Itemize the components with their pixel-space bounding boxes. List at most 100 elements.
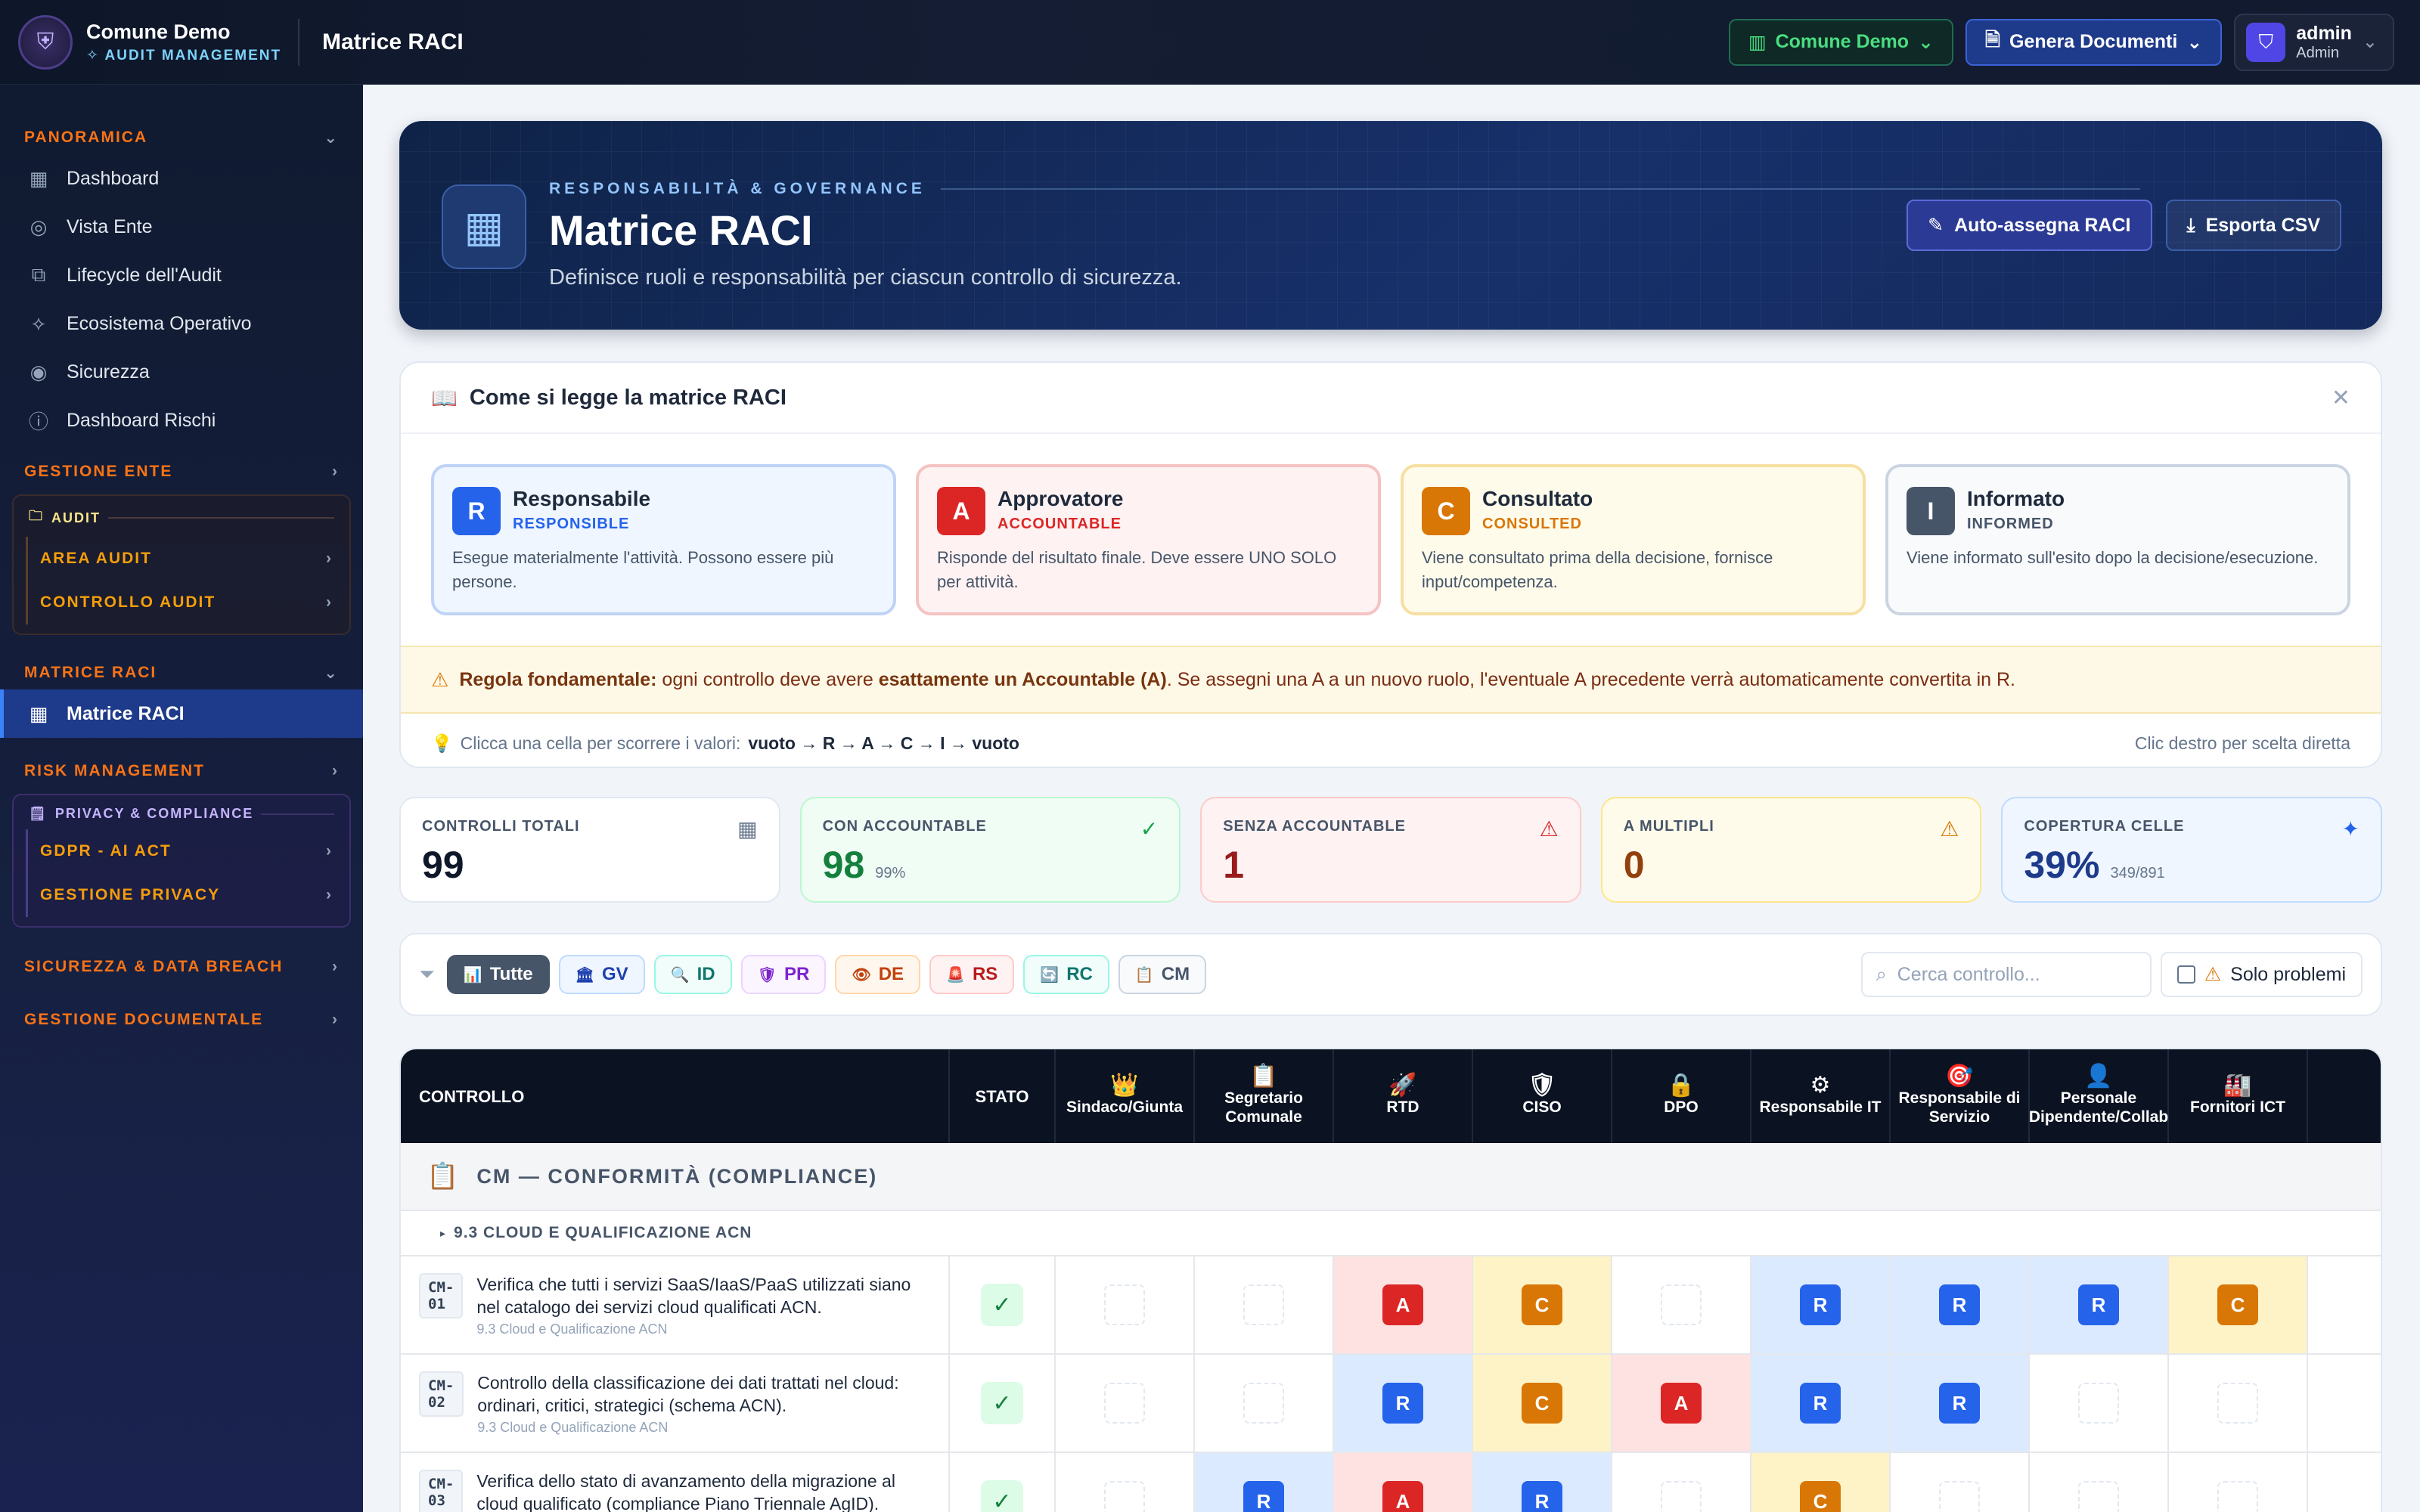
sidebar-item-dashboard-rischi[interactable]: ⓘ Dashboard Rischi [0, 396, 363, 445]
raci-cell[interactable]: R [1751, 1355, 1891, 1452]
stat-label: A MULTIPLI [1623, 818, 1714, 835]
chip-icon: 🔄 [1040, 966, 1060, 984]
clipboard-icon: 📋 [427, 1162, 461, 1191]
sidebar-item-dashboard[interactable]: ▦ Dashboard [0, 154, 363, 203]
entity-selector[interactable]: ▥ Comune Demo ⌄ [1728, 18, 1953, 66]
legend-card-responsible: R Responsabile RESPONSIBLE Esegue materialm… [431, 464, 896, 615]
raci-cell[interactable]: R [1195, 1453, 1334, 1512]
export-csv-button[interactable]: ⤓ Esporta CSV [2165, 200, 2341, 251]
sidebar-item-ecosistema[interactable]: ⟡ Ecosistema Operativo [0, 299, 363, 348]
raci-cell[interactable]: R [1751, 1256, 1891, 1353]
filter-chip-pr[interactable]: 🛡 PR [740, 955, 827, 994]
auto-assign-button[interactable]: ✎ Auto-assegna RACI [1907, 200, 2152, 251]
status-ok-icon: ✓ [981, 1382, 1023, 1424]
column-role: 📋 Segretario Comunale [1195, 1049, 1334, 1143]
filter-chip-tutte[interactable]: 📊 Tutte [446, 955, 550, 994]
section-sicurezza-breach[interactable]: SICUREZZA & DATA BREACH › [0, 950, 363, 984]
sidebar-item-sicurezza[interactable]: ◉ Sicurezza [0, 348, 363, 396]
control-text: Controllo della classificazione dei dati… [477, 1373, 899, 1415]
section-panoramica[interactable]: PANORAMICA ⌄ [0, 121, 363, 154]
sidebar-item-gestione-privacy[interactable]: GESTIONE PRIVACY › [26, 873, 349, 917]
raci-badge: R [1939, 1284, 1980, 1325]
close-icon[interactable]: ✕ [2332, 385, 2350, 411]
brand-name: Comune Demo [86, 20, 231, 43]
role-icon: 🎯 [1945, 1063, 1974, 1089]
section-gestione-documentale[interactable]: GESTIONE DOCUMENTALE › [0, 1003, 363, 1036]
raci-cell[interactable] [1612, 1256, 1751, 1353]
raci-cell[interactable] [2030, 1355, 2169, 1452]
solo-problemi-toggle[interactable]: ⚠ Solo problemi [2160, 952, 2363, 997]
control-code: CM-01 [419, 1273, 464, 1318]
empty-cell [1243, 1383, 1284, 1424]
section-matrice-raci[interactable]: MATRICE RACI ⌄ [0, 656, 363, 689]
raci-cell[interactable]: R [1891, 1256, 2030, 1353]
section-gestione-ente[interactable]: GESTIONE ENTE › [0, 455, 363, 488]
raci-cell[interactable] [1612, 1453, 1751, 1512]
raci-cell[interactable] [2169, 1355, 2308, 1452]
sidebar-item-gdpr[interactable]: GDPR - AI ACT › [26, 829, 349, 873]
column-stato: STATO [950, 1049, 1056, 1143]
raci-cell[interactable]: R [2030, 1256, 2169, 1353]
raci-cell[interactable]: R [1334, 1355, 1473, 1452]
stat-value: 1 [1223, 844, 1244, 886]
raci-cell[interactable]: R [1891, 1355, 2030, 1452]
raci-cell[interactable]: C [1473, 1355, 1612, 1452]
legend-english: CONSULTED [1482, 516, 1582, 532]
brand-subtitle: ✧ AUDIT MANAGEMENT [86, 47, 282, 64]
raci-cell[interactable]: R [1473, 1453, 1612, 1512]
chevron-down-icon: ⌄ [2186, 31, 2203, 53]
magic-wand-icon: ✎ [1928, 215, 1944, 236]
subsection-row[interactable]: ▸ 9.3 CLOUD E QUALIFICAZIONE ACN [401, 1211, 2381, 1256]
chip-icon: 📋 [1134, 966, 1154, 984]
filter-chip-id[interactable]: 🔍 ID [653, 955, 732, 994]
network-icon: ⟡ [32, 311, 45, 334]
raci-cell[interactable]: A [1612, 1355, 1751, 1452]
sidebar-item-matrice-raci[interactable]: ▦ Matrice RACI [0, 689, 363, 738]
raci-cell[interactable]: C [1751, 1453, 1891, 1512]
sidebar-item-area-audit[interactable]: AREA AUDIT › [26, 537, 349, 581]
section-row[interactable]: 📋 CM — CONFORMITÀ (COMPLIANCE) [401, 1143, 2381, 1211]
column-role: 👑 Sindaco/Giunta [1056, 1049, 1195, 1143]
checkbox[interactable] [2176, 965, 2195, 984]
filter-chip-de[interactable]: 👁 DE [835, 955, 921, 994]
filter-chip-cm[interactable]: 📋 CM [1118, 955, 1207, 994]
raci-cell[interactable] [1195, 1256, 1334, 1353]
raci-cell[interactable]: C [1473, 1256, 1612, 1353]
chevron-right-icon: › [332, 1011, 339, 1028]
raci-cell[interactable] [1056, 1256, 1195, 1353]
raci-cell[interactable] [1056, 1355, 1195, 1452]
filter-chip-rc[interactable]: 🔄 RC [1023, 955, 1109, 994]
chevron-right-icon: › [326, 550, 333, 567]
raci-cell[interactable] [2169, 1453, 2308, 1512]
raci-badge: R [1243, 1481, 1284, 1512]
raci-cell[interactable] [1891, 1453, 2030, 1512]
brand[interactable]: ⛨ Comune Demo ✧ AUDIT MANAGEMENT [0, 14, 302, 70]
filter-chip-rs[interactable]: 🚨 RS [929, 955, 1015, 994]
privacy-group: 🗒 PRIVACY & COMPLIANCE GDPR - AI ACT › GES… [12, 794, 351, 928]
sidebar-item-vista-ente[interactable]: ◎ Vista Ente [0, 203, 363, 251]
filter-bar: ⏷ 📊 Tutte 🏛 GV 🔍 ID 🛡 PR 👁 DE 🚨 RS 🔄 RC 📋 CM ⌕ Cerca con… [399, 933, 2382, 1016]
filter-chip-gv[interactable]: 🏛 GV [558, 955, 645, 994]
raci-cell[interactable] [2030, 1453, 2169, 1512]
raci-badge: C [1522, 1284, 1562, 1325]
role-icon: ⚙ [1810, 1073, 1831, 1098]
raci-cell[interactable]: A [1334, 1453, 1473, 1512]
section-risk-management[interactable]: RISK MANAGEMENT › [0, 754, 363, 788]
sidebar-item-lifecycle[interactable]: ⧉ Lifecycle dell'Audit [0, 251, 363, 299]
user-menu[interactable]: ⛉ admin Admin ⌄ [2234, 13, 2394, 71]
sidebar-item-controllo-audit[interactable]: CONTROLLO AUDIT › [26, 581, 349, 624]
audit-group: 🗀 AUDIT AREA AUDIT › CONTROLLO AUDIT › [12, 494, 351, 635]
generate-documents-button[interactable]: 🗎 Genera Documenti ⌄ [1965, 18, 2223, 66]
grid-icon: ▦ [29, 166, 48, 190]
stats-row: CONTROLLI TOTALI 99 ▦ CON ACCOUNTABLE 98 99% ✓… [399, 797, 2382, 903]
raci-cell[interactable]: C [2169, 1256, 2308, 1353]
raci-cell[interactable] [1195, 1355, 1334, 1452]
search-input[interactable]: ⌕ Cerca controllo... [1860, 952, 2152, 997]
role-icon: 🚀 [1388, 1073, 1417, 1098]
raci-cell[interactable] [1056, 1453, 1195, 1512]
sidebar: PANORAMICA ⌄ ▦ Dashboard ◎ Vista Ente ⧉ Life… [0, 85, 363, 1512]
empty-cell [2217, 1481, 2258, 1512]
raci-cell[interactable]: A [1334, 1256, 1473, 1353]
role-icon: 👑 [1110, 1073, 1139, 1098]
letter-badge: R [452, 487, 501, 535]
